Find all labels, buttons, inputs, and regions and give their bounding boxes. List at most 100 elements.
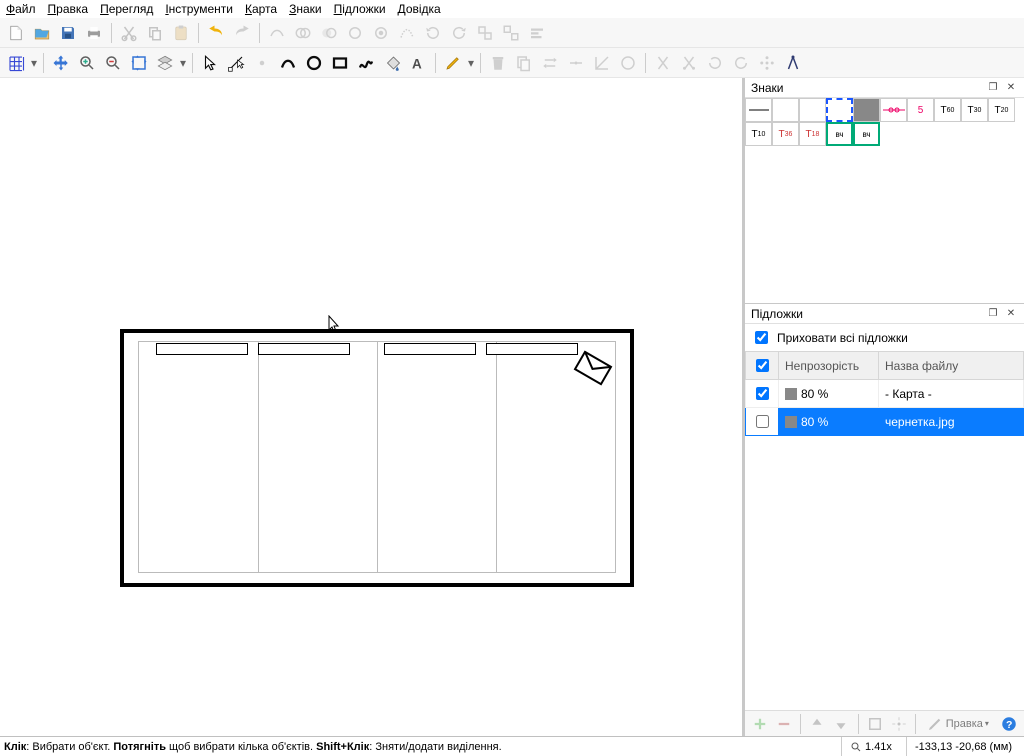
snap-button[interactable]: [590, 51, 614, 75]
join-button[interactable]: [564, 51, 588, 75]
sign-chain[interactable]: [880, 98, 907, 122]
col-filename[interactable]: Назва файлу: [879, 352, 1024, 380]
sign-5[interactable]: 5: [907, 98, 934, 122]
layer-map-checkbox[interactable]: [756, 387, 769, 400]
duplicate-button[interactable]: [512, 51, 536, 75]
new-file-button[interactable]: [4, 21, 28, 45]
swap-button[interactable]: [538, 51, 562, 75]
status-zoom[interactable]: 1.41x: [841, 737, 900, 756]
text-tool-button[interactable]: A: [406, 51, 430, 75]
sign-t20[interactable]: T20: [988, 98, 1015, 122]
layer-remove-button[interactable]: [773, 712, 795, 736]
group-button[interactable]: [473, 21, 497, 45]
circle-tool-button[interactable]: [302, 51, 326, 75]
save-button[interactable]: [56, 21, 80, 45]
convert-curve-button[interactable]: [395, 21, 419, 45]
pencil-dropdown[interactable]: ▾: [467, 56, 475, 70]
copy-button[interactable]: [143, 21, 167, 45]
shape-cut-button[interactable]: [265, 21, 289, 45]
cut-button[interactable]: [117, 21, 141, 45]
menu-file[interactable]: Файл: [6, 2, 36, 16]
sign-t30[interactable]: T30: [961, 98, 988, 122]
menu-layers[interactable]: Підложки: [334, 2, 386, 16]
shape-intersect-button[interactable]: [317, 21, 341, 45]
circle-mod-button[interactable]: [616, 51, 640, 75]
sign-bc2[interactable]: вч: [853, 122, 880, 146]
layers-close-icon[interactable]: ✕: [1004, 307, 1018, 321]
sign-t18[interactable]: T18: [799, 122, 826, 146]
sign-blank-2[interactable]: [799, 98, 826, 122]
canvas[interactable]: [0, 78, 744, 736]
envelope-symbol[interactable]: [572, 349, 614, 387]
menu-signs[interactable]: Знаки: [289, 2, 322, 16]
node-tool-button[interactable]: [224, 51, 248, 75]
menu-tools[interactable]: Інструменти: [165, 2, 233, 16]
freehand-tool-button[interactable]: [354, 51, 378, 75]
rotate-ccw-button[interactable]: [703, 51, 727, 75]
line-tool-button[interactable]: [276, 51, 300, 75]
menu-map[interactable]: Карта: [245, 2, 277, 16]
signs-undock-icon[interactable]: ❐: [986, 81, 1000, 95]
compass-button[interactable]: [781, 51, 805, 75]
hide-all-layers-row[interactable]: Приховати всі підложки: [745, 324, 1024, 351]
scissors-2-button[interactable]: [677, 51, 701, 75]
menu-edit[interactable]: Правка: [48, 2, 89, 16]
layers-toggle-button[interactable]: [153, 51, 177, 75]
shape-subtract-button[interactable]: [343, 21, 367, 45]
ungroup-button[interactable]: [499, 21, 523, 45]
sign-t10[interactable]: T10: [745, 122, 772, 146]
layer-row-map[interactable]: 80 % - Карта -: [746, 380, 1024, 408]
sign-selected[interactable]: [826, 98, 853, 122]
help-button[interactable]: ?: [998, 712, 1020, 736]
sign-t36[interactable]: T36: [772, 122, 799, 146]
sign-bc1[interactable]: вч: [826, 122, 853, 146]
layer-draft-checkbox[interactable]: [756, 415, 769, 428]
menu-view[interactable]: Перегляд: [100, 2, 153, 16]
redo-button[interactable]: [230, 21, 254, 45]
hide-all-checkbox[interactable]: [755, 331, 768, 344]
title-box-1[interactable]: [156, 343, 248, 355]
rotate-cw-button[interactable]: [729, 51, 753, 75]
signs-close-icon[interactable]: ✕: [1004, 81, 1018, 95]
layer-row-draft[interactable]: 80 % чернетка.jpg: [746, 408, 1024, 436]
grid-button[interactable]: [4, 51, 28, 75]
layer-up-button[interactable]: [806, 712, 828, 736]
layer-down-button[interactable]: [830, 712, 852, 736]
print-button[interactable]: [82, 21, 106, 45]
map-frame[interactable]: [120, 329, 634, 587]
layer-center-button[interactable]: [888, 712, 910, 736]
pan-button[interactable]: [49, 51, 73, 75]
undo-button[interactable]: [204, 21, 228, 45]
sign-blank-1[interactable]: [772, 98, 799, 122]
sign-t60[interactable]: T60: [934, 98, 961, 122]
open-file-button[interactable]: [30, 21, 54, 45]
grid-dropdown[interactable]: ▾: [30, 56, 38, 70]
zoom-fit-button[interactable]: [127, 51, 151, 75]
layer-add-button[interactable]: [749, 712, 771, 736]
distribute-button[interactable]: [755, 51, 779, 75]
title-box-2[interactable]: [258, 343, 350, 355]
zoom-in-button[interactable]: [75, 51, 99, 75]
select-tool-button[interactable]: [198, 51, 222, 75]
menu-help[interactable]: Довідка: [398, 2, 441, 16]
paste-button[interactable]: [169, 21, 193, 45]
shape-xor-button[interactable]: [369, 21, 393, 45]
layer-fit-button[interactable]: [863, 712, 885, 736]
delete-button[interactable]: [486, 51, 510, 75]
scissors-1-button[interactable]: [651, 51, 675, 75]
zoom-out-button[interactable]: [101, 51, 125, 75]
title-box-3[interactable]: [384, 343, 476, 355]
align-button[interactable]: [525, 21, 549, 45]
sign-line[interactable]: [745, 98, 772, 122]
fill-tool-button[interactable]: [380, 51, 404, 75]
rotate-left-button[interactable]: [421, 21, 445, 45]
layer-edit-button[interactable]: Правка ▾: [921, 712, 994, 736]
layers-undock-icon[interactable]: ❐: [986, 307, 1000, 321]
col-check[interactable]: [746, 352, 779, 380]
rotate-right-button[interactable]: [447, 21, 471, 45]
point-tool-button[interactable]: [250, 51, 274, 75]
pencil-tool-button[interactable]: [441, 51, 465, 75]
sign-dark[interactable]: [853, 98, 880, 122]
layers-dropdown[interactable]: ▾: [179, 56, 187, 70]
col-opacity[interactable]: Непрозорість: [779, 352, 879, 380]
